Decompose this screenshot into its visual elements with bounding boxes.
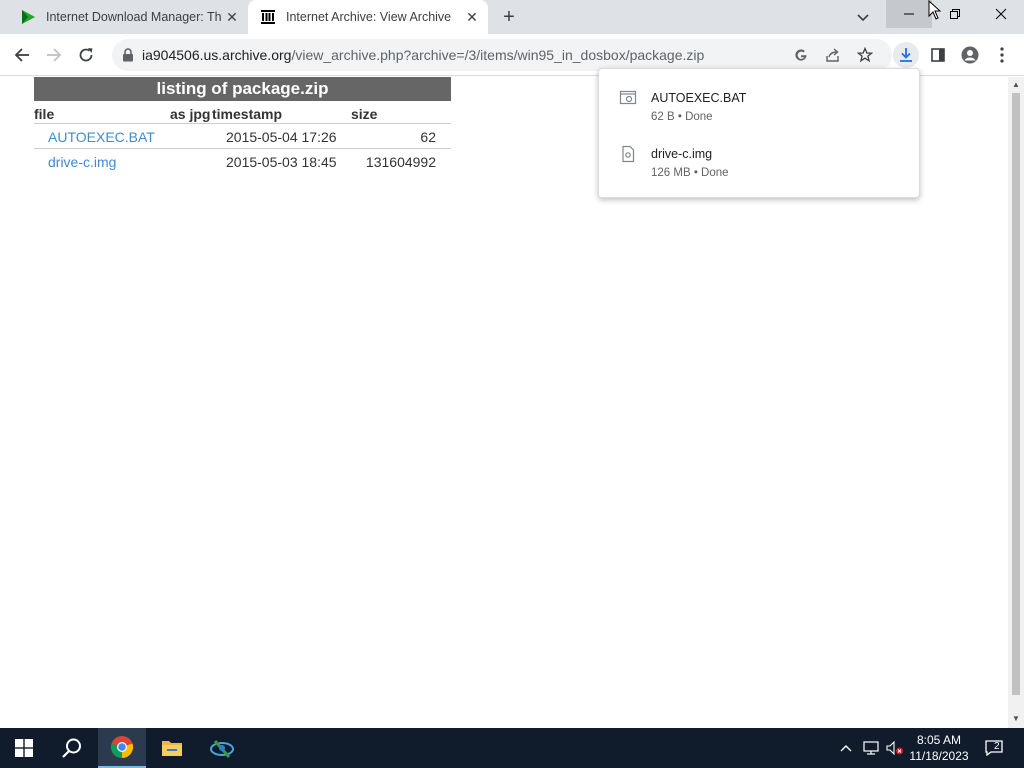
table-row: AUTOEXEC.BAT 2015-05-04 17:26 62 xyxy=(34,123,451,148)
tab-search-chevron-icon[interactable] xyxy=(852,6,874,28)
header-file: file xyxy=(34,106,55,122)
menu-kebab-icon[interactable] xyxy=(989,42,1015,68)
reload-icon[interactable] xyxy=(73,42,99,68)
timestamp-cell: 2015-05-04 17:26 xyxy=(226,129,337,145)
close-tab-icon[interactable]: ✕ xyxy=(224,9,240,25)
table-header-row: file as jpg timestamp size xyxy=(34,101,451,123)
table-row: drive-c.img 2015-05-03 18:45 131604992 xyxy=(34,148,451,173)
tab-title: Internet Archive: View Archive xyxy=(286,10,452,24)
size-cell: 131604992 xyxy=(365,154,436,170)
tab-strip: Internet Download Manager: The ✕ Interne… xyxy=(0,0,1024,34)
address-bar[interactable]: ia904506.us.archive.org/view_archive.php… xyxy=(112,39,892,71)
header-timestamp: timestamp xyxy=(212,106,283,122)
timestamp-cell: 2015-05-03 18:45 xyxy=(226,154,337,170)
url-path: /view_archive.php?archive=/3/items/win95… xyxy=(291,47,705,63)
archive-listing-table: listing of package.zip file as jpg times… xyxy=(34,77,451,173)
back-arrow-icon[interactable] xyxy=(9,42,35,68)
listing-title: listing of package.zip xyxy=(34,77,451,101)
archive-building-icon xyxy=(260,9,276,25)
clock-time: 8:05 AM xyxy=(916,733,962,747)
size-cell: 62 xyxy=(420,129,436,145)
google-lens-icon[interactable] xyxy=(792,46,810,64)
network-icon[interactable] xyxy=(860,728,882,768)
volume-muted-icon[interactable] xyxy=(884,728,906,768)
windows-taskbar: 8:05 AM 11/18/2023 2 xyxy=(0,728,1024,768)
show-hidden-icons-chevron-icon[interactable] xyxy=(836,728,856,768)
file-disk-image-icon xyxy=(619,145,637,168)
search-icon[interactable] xyxy=(48,728,96,768)
download-item[interactable]: drive-c.img 126 MB • Done xyxy=(599,135,919,191)
file-link[interactable]: AUTOEXEC.BAT xyxy=(48,129,155,145)
system-clock[interactable]: 8:05 AM 11/18/2023 xyxy=(908,732,970,764)
notification-count-badge: 2 xyxy=(994,741,1000,752)
close-tab-icon[interactable]: ✕ xyxy=(464,9,480,25)
page-scrollbar[interactable]: ▲ ▼ xyxy=(1008,77,1024,728)
tab-idm[interactable]: Internet Download Manager: The ✕ xyxy=(8,0,248,34)
minimize-button[interactable] xyxy=(886,0,932,28)
tab-title: Internet Download Manager: The xyxy=(46,10,222,24)
url-text[interactable]: ia904506.us.archive.org/view_archive.php… xyxy=(142,47,704,63)
file-generic-icon xyxy=(619,89,637,112)
url-host: ia904506.us.archive.org xyxy=(142,47,292,63)
side-panel-icon[interactable] xyxy=(925,42,951,68)
new-tab-button[interactable]: + xyxy=(498,6,520,28)
download-filename: drive-c.img xyxy=(651,147,713,161)
download-status: 62 B • Done xyxy=(651,111,713,123)
scroll-down-arrow-icon[interactable]: ▼ xyxy=(1012,715,1020,723)
download-icon[interactable] xyxy=(893,42,919,68)
profile-avatar-icon[interactable] xyxy=(957,42,983,68)
bookmark-star-icon[interactable] xyxy=(856,46,874,64)
start-windows-icon[interactable] xyxy=(0,728,48,768)
file-explorer-icon[interactable] xyxy=(148,728,196,768)
lock-icon[interactable] xyxy=(122,48,134,67)
header-as-jpg: as jpg xyxy=(170,106,211,122)
mouse-cursor-icon xyxy=(928,0,942,25)
tab-internet-archive[interactable]: Internet Archive: View Archive ✕ xyxy=(248,0,488,34)
download-item[interactable]: AUTOEXEC.BAT 62 B • Done xyxy=(599,79,919,135)
clock-date: 11/18/2023 xyxy=(909,749,969,763)
header-size: size xyxy=(351,106,378,122)
downloads-bubble: AUTOEXEC.BAT 62 B • Done drive-c.img 126… xyxy=(598,68,920,198)
scroll-thumb[interactable] xyxy=(1012,93,1020,695)
idm-play-icon xyxy=(20,9,36,25)
idm-taskbar-icon[interactable] xyxy=(198,728,246,768)
file-link[interactable]: drive-c.img xyxy=(48,154,116,170)
download-status: 126 MB • Done xyxy=(651,167,729,179)
download-filename: AUTOEXEC.BAT xyxy=(651,91,747,105)
chrome-taskbar-icon[interactable] xyxy=(98,728,146,768)
scroll-up-arrow-icon[interactable]: ▲ xyxy=(1012,81,1020,89)
close-window-button[interactable] xyxy=(978,0,1024,28)
share-icon[interactable] xyxy=(824,46,842,64)
forward-arrow-icon[interactable] xyxy=(41,42,67,68)
